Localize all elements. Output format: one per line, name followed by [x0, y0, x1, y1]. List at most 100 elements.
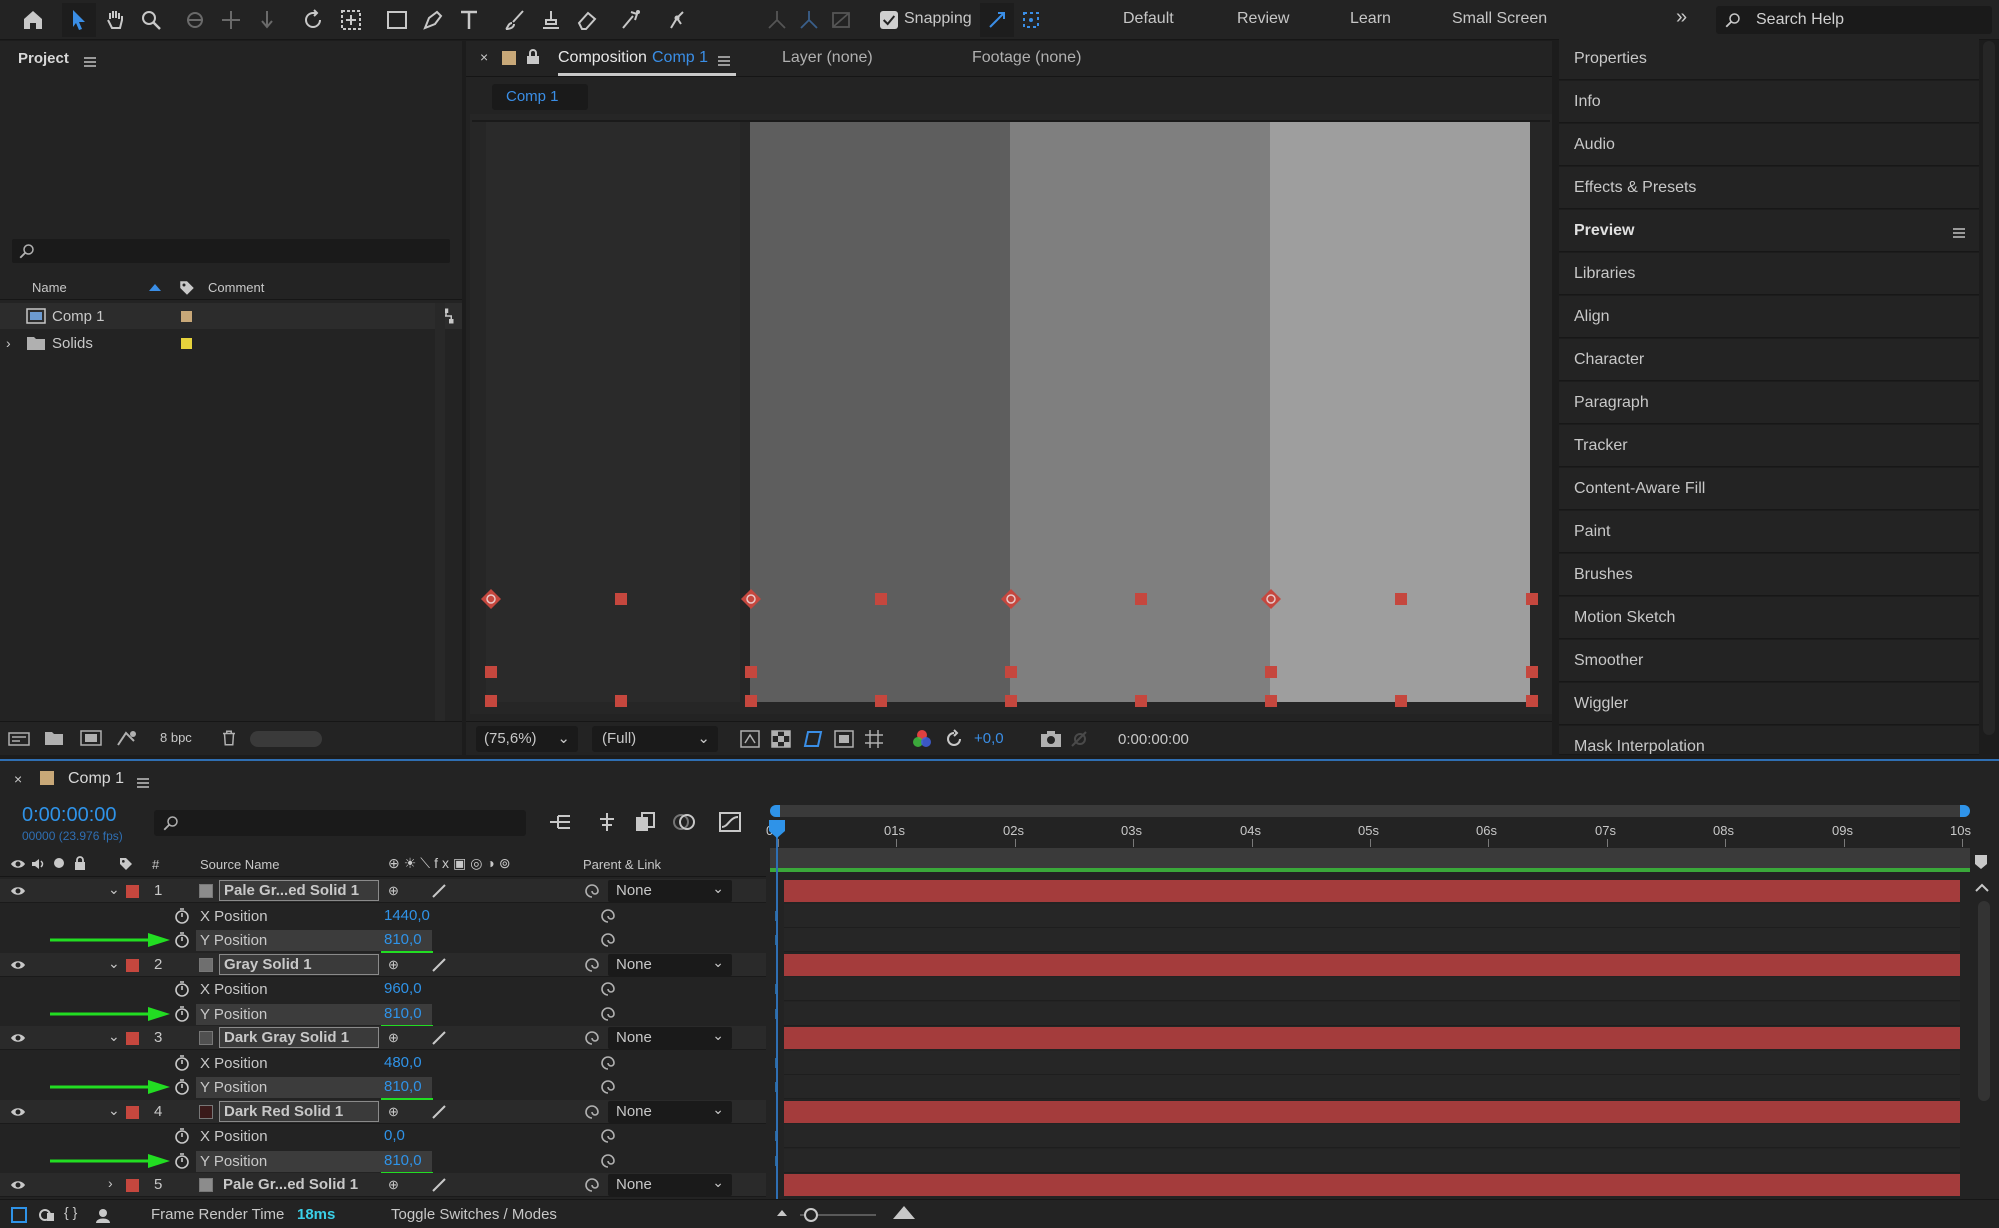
snapping-checkbox[interactable]: [880, 11, 898, 29]
thumbnail-size-slider[interactable]: [250, 731, 322, 747]
layer-name[interactable]: Dark Red Solid 1: [219, 1101, 379, 1122]
chevron-right-icon[interactable]: ›: [6, 335, 11, 351]
column-source-name[interactable]: Source Name: [200, 857, 279, 872]
eye-icon[interactable]: [10, 1031, 26, 1045]
panel-properties[interactable]: Properties: [1559, 38, 1979, 80]
anchor-point-icon[interactable]: [1260, 588, 1282, 610]
comp-flowchart-icon[interactable]: [548, 811, 572, 833]
project-search-input[interactable]: [12, 239, 450, 263]
new-composition-icon[interactable]: [80, 730, 102, 746]
layer-duration-bar[interactable]: [784, 1174, 1960, 1196]
pick-whip-icon[interactable]: [600, 932, 616, 948]
bit-depth-button[interactable]: 8 bpc: [152, 728, 200, 747]
search-help-field[interactable]: Search Help: [1716, 6, 1992, 34]
frame-blending-icon[interactable]: [634, 811, 656, 833]
column-comment[interactable]: Comment: [208, 280, 264, 295]
dolly-camera-icon[interactable]: [250, 3, 284, 37]
layer-label-color[interactable]: [126, 885, 139, 898]
layer-handle[interactable]: [1526, 666, 1538, 678]
work-area-end-handle[interactable]: [1960, 805, 1970, 817]
layer-handle[interactable]: [1265, 695, 1277, 707]
pick-whip-icon[interactable]: [600, 1128, 616, 1144]
label-color-swatch[interactable]: [181, 338, 192, 349]
pick-whip-icon[interactable]: [584, 883, 600, 899]
audio-icon[interactable]: [30, 857, 46, 871]
panel-preview[interactable]: Preview: [1559, 210, 1979, 252]
chevron-down-icon[interactable]: ⌄: [108, 1102, 120, 1119]
panel-brushes[interactable]: Brushes: [1559, 554, 1979, 596]
eye-icon[interactable]: [10, 884, 26, 898]
panel-align[interactable]: Align: [1559, 296, 1979, 338]
eye-icon[interactable]: [10, 1178, 26, 1192]
panel-wiggler[interactable]: Wiggler: [1559, 683, 1979, 725]
footage-tab[interactable]: Footage (none): [972, 49, 1081, 67]
stopwatch-icon[interactable]: [174, 1079, 190, 1095]
workspace-learn[interactable]: Learn: [1350, 10, 1391, 28]
layer-handle[interactable]: [875, 695, 887, 707]
playhead-handle-icon[interactable]: [768, 819, 786, 839]
chevron-down-icon[interactable]: ⌄: [108, 955, 120, 972]
resolution-dropdown[interactable]: (Full) ⌄: [592, 726, 718, 752]
mask-visibility-icon[interactable]: [802, 729, 824, 749]
x-position-value[interactable]: 480,0: [384, 1054, 422, 1071]
grid-guides-icon[interactable]: [864, 729, 884, 749]
current-time-display[interactable]: 0:00:00:00: [1106, 726, 1206, 752]
pick-whip-icon[interactable]: [600, 981, 616, 997]
composition-tab-label[interactable]: Composition: [558, 49, 647, 67]
layer-handle[interactable]: [485, 666, 497, 678]
layer-label-color[interactable]: [126, 959, 139, 972]
comp-marker-bin-icon[interactable]: [1974, 854, 1988, 870]
layer-name[interactable]: Gray Solid 1: [219, 954, 379, 975]
layer-handle[interactable]: [1526, 695, 1538, 707]
project-panel-title[interactable]: Project: [18, 50, 69, 67]
workspace-small-screen[interactable]: Small Screen: [1452, 10, 1547, 28]
region-of-interest-icon[interactable]: [834, 730, 854, 748]
collapse-transform-switch[interactable]: ⊕: [388, 883, 399, 899]
motion-blur-icon[interactable]: [672, 811, 696, 833]
reset-exposure-icon[interactable]: [944, 729, 964, 749]
trash-icon[interactable]: [220, 729, 238, 747]
chevron-down-icon[interactable]: ⌄: [108, 1028, 120, 1045]
layer-handle[interactable]: [1135, 695, 1147, 707]
column-name[interactable]: Name: [32, 280, 67, 295]
layer-label-color[interactable]: [126, 1106, 139, 1119]
brush-tool-icon[interactable]: [498, 3, 532, 37]
orbit-camera-icon[interactable]: [178, 3, 212, 37]
axis-world-icon[interactable]: [792, 3, 826, 37]
stopwatch-icon[interactable]: [174, 1055, 190, 1071]
timeline-scrollbar[interactable]: [1978, 901, 1990, 1101]
project-item-comp1[interactable]: Comp 1: [0, 303, 462, 329]
layer-handle[interactable]: [615, 695, 627, 707]
stopwatch-icon[interactable]: [174, 1128, 190, 1144]
pick-whip-icon[interactable]: [600, 1153, 616, 1169]
selection-tool-icon[interactable]: [62, 3, 96, 37]
workspace-overflow-icon[interactable]: »: [1676, 6, 1687, 29]
channel-icon[interactable]: [912, 729, 932, 749]
roto-brush-icon[interactable]: [614, 3, 648, 37]
x-position-value[interactable]: 0,0: [384, 1127, 405, 1144]
eye-icon[interactable]: [10, 958, 26, 972]
magnification-dropdown[interactable]: (75,6%) ⌄: [476, 726, 578, 752]
adjust-project-settings-icon[interactable]: [116, 729, 138, 747]
eraser-tool-icon[interactable]: [570, 3, 604, 37]
timeline-current-time[interactable]: 0:00:00:00: [22, 804, 117, 827]
pen-tool-icon[interactable]: [416, 3, 450, 37]
workspace-review[interactable]: Review: [1237, 10, 1289, 28]
transparency-grid-icon[interactable]: [771, 730, 791, 748]
solo-icon[interactable]: [54, 858, 64, 868]
lock-icon[interactable]: [526, 49, 540, 65]
quality-switch-icon[interactable]: [432, 1178, 446, 1192]
panel-motion-sketch[interactable]: Motion Sketch: [1559, 597, 1979, 639]
collapse-transform-switch[interactable]: ⊕: [388, 1104, 399, 1120]
chevron-right-icon[interactable]: ›: [108, 1175, 113, 1191]
layer-handle[interactable]: [1395, 593, 1407, 605]
panel-paragraph[interactable]: Paragraph: [1559, 382, 1979, 424]
layer-handle[interactable]: [1005, 695, 1017, 707]
timeline-menu-icon[interactable]: [137, 775, 149, 792]
quality-switch-icon[interactable]: [432, 884, 446, 898]
pick-whip-icon[interactable]: [600, 1006, 616, 1022]
parent-dropdown[interactable]: None ⌄: [608, 954, 732, 976]
axis-view-icon[interactable]: [824, 3, 858, 37]
transfer-controls-icon[interactable]: [38, 1206, 56, 1224]
label-color-swatch[interactable]: [181, 311, 192, 322]
